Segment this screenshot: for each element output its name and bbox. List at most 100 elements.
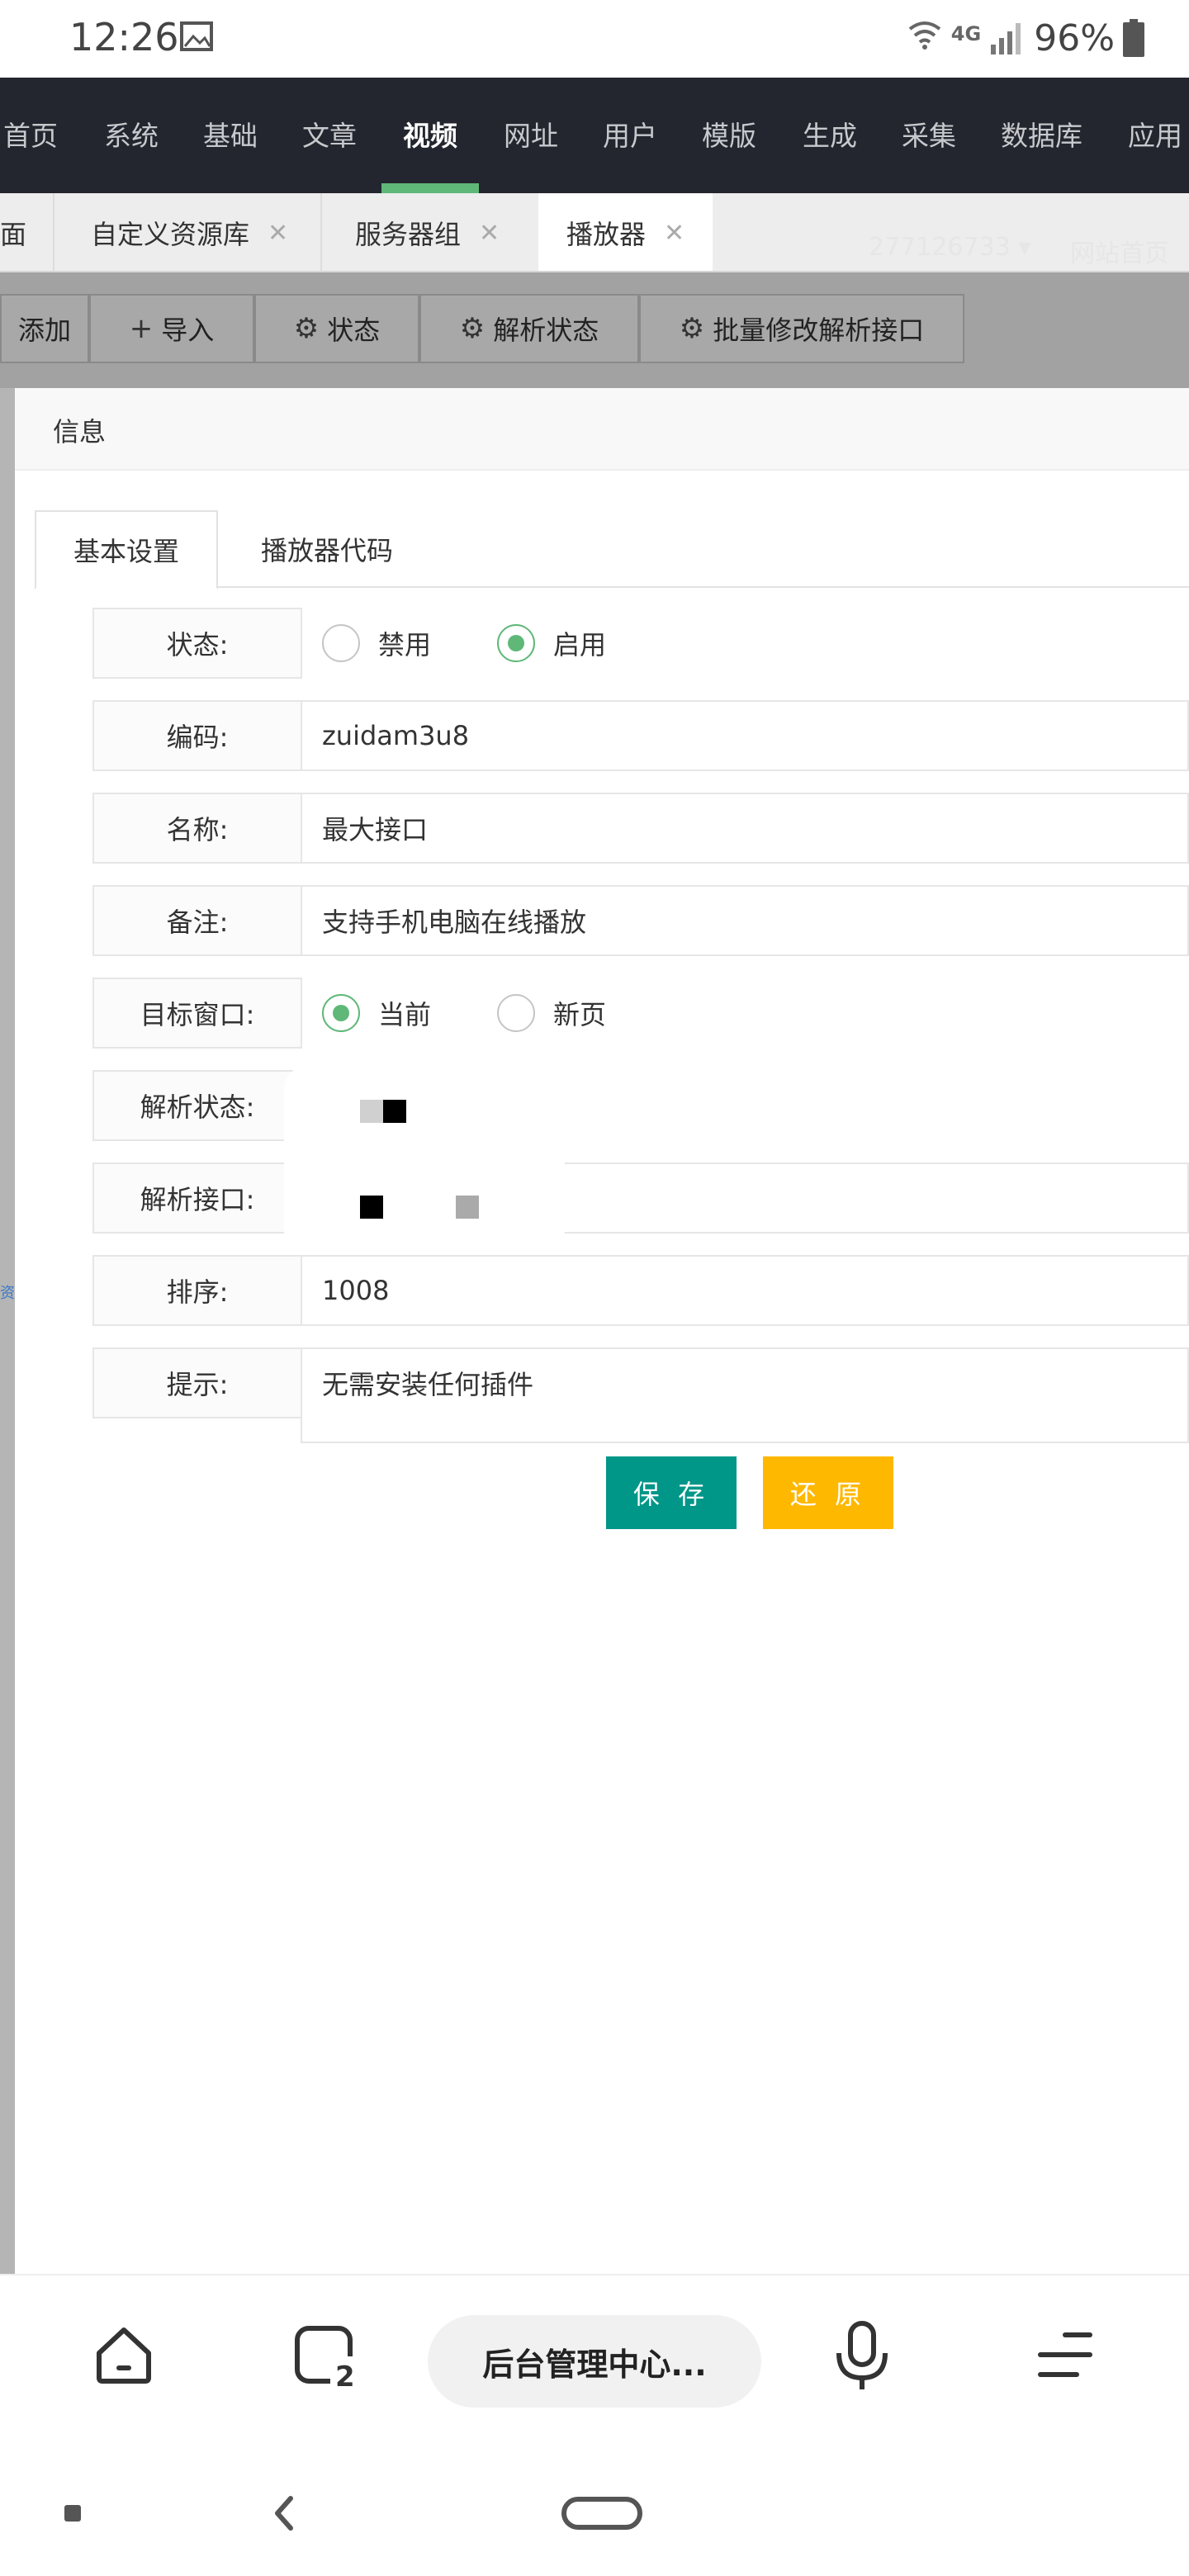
- user-menu[interactable]: 277126733 ▾: [869, 233, 1030, 262]
- gallery-icon: [180, 21, 213, 51]
- field-label: 排序:: [92, 1255, 302, 1326]
- nav-item-apps[interactable]: 应用: [1128, 114, 1182, 154]
- radio-label: 启用: [553, 629, 607, 661]
- tab-label: 面: [0, 219, 27, 250]
- sort-input[interactable]: 1008: [301, 1255, 1189, 1326]
- field-label: 备注:: [92, 885, 302, 956]
- artifact-pixel: [383, 1100, 406, 1123]
- batch-edit-label: 批量修改解析接口: [713, 315, 925, 346]
- gear-icon: ⚙: [459, 312, 486, 345]
- nav-item-article[interactable]: 文章: [302, 114, 357, 154]
- plus-icon: +: [129, 312, 154, 345]
- nav-item-user[interactable]: 用户: [603, 114, 657, 154]
- close-icon[interactable]: ✕: [268, 219, 288, 248]
- tab-custom-library[interactable]: 自定义资源库 ✕: [91, 193, 288, 271]
- parse-status-button[interactable]: ⚙ 解析状态: [419, 294, 639, 363]
- radio-circle: [497, 994, 536, 1032]
- artifact-pixel: [456, 1196, 479, 1219]
- url-title-pill[interactable]: 后台管理中心...: [428, 2315, 761, 2408]
- row-status: 状态: 禁用 启用: [92, 608, 1189, 679]
- status-time: 12:26: [69, 15, 179, 59]
- tab-basic-settings[interactable]: 基本设置: [35, 510, 218, 590]
- radio-current[interactable]: 当前: [322, 994, 431, 1032]
- import-label: 导入: [161, 315, 215, 346]
- home-icon[interactable]: [92, 2323, 155, 2386]
- row-tip: 提示: 无需安装任何插件: [92, 1347, 1189, 1443]
- batch-edit-button[interactable]: ⚙ 批量修改解析接口: [639, 294, 964, 363]
- radio-label: 禁用: [378, 629, 432, 661]
- status-radio-group: 禁用 启用: [322, 608, 672, 679]
- nav-active-indicator: [381, 183, 479, 193]
- row-remark: 备注: 支持手机电脑在线播放: [92, 885, 1189, 956]
- tab-divider: [320, 193, 322, 271]
- tab-player-code[interactable]: 播放器代码: [261, 510, 393, 588]
- radio-circle-checked: [322, 994, 360, 1032]
- wifi-icon: [908, 21, 941, 50]
- tip-textarea[interactable]: 无需安装任何插件: [301, 1347, 1189, 1443]
- nav-item-system[interactable]: 系统: [104, 114, 159, 154]
- close-icon[interactable]: ✕: [664, 219, 685, 248]
- nav-item-url[interactable]: 网址: [504, 114, 558, 154]
- parse-status-label: 解析状态: [493, 315, 599, 346]
- main-nav: 首页 系统 基础 文章 视频 网址 用户 模版 生成 采集 数据库 应用: [0, 78, 1189, 193]
- svg-text:2: 2: [335, 2361, 355, 2389]
- nav-item-video[interactable]: 视频: [403, 114, 457, 154]
- field-label: 编码:: [92, 700, 302, 771]
- nav-item-template[interactable]: 模版: [702, 114, 756, 154]
- network-type: 4G: [950, 22, 982, 45]
- nav-item-home[interactable]: 首页: [3, 114, 58, 154]
- menu-icon[interactable]: [1035, 2330, 1095, 2379]
- code-input[interactable]: zuidam3u8: [301, 700, 1189, 771]
- tab-dashboard[interactable]: 面: [0, 193, 27, 271]
- home-pill-icon[interactable]: [561, 2497, 642, 2530]
- rendering-artifact: [284, 1065, 565, 1255]
- tab-label: 服务器组: [355, 219, 462, 250]
- radio-enable[interactable]: 启用: [497, 624, 606, 662]
- back-icon[interactable]: [272, 2495, 296, 2531]
- tab-divider: [53, 193, 54, 271]
- tab-label: 自定义资源库: [91, 219, 250, 250]
- radio-disable[interactable]: 禁用: [322, 624, 431, 662]
- reset-button[interactable]: 还 原: [763, 1456, 893, 1529]
- radio-circle: [322, 624, 360, 662]
- row-code: 编码: zuidam3u8: [92, 700, 1189, 771]
- row-name: 名称: 最大接口: [92, 793, 1189, 864]
- artifact-pixel: [360, 1100, 383, 1123]
- tab-server-group[interactable]: 服务器组 ✕: [355, 193, 500, 271]
- recent-apps-icon[interactable]: [63, 2503, 83, 2523]
- tab-label: 播放器: [566, 219, 647, 250]
- browser-toolbar: 2 后台管理中心...: [0, 2274, 1189, 2422]
- gear-icon: ⚙: [293, 312, 320, 345]
- site-home-link[interactable]: 网站首页: [1070, 233, 1169, 269]
- field-label: 目标窗口:: [92, 978, 302, 1049]
- gear-icon: ⚙: [679, 312, 705, 345]
- close-icon[interactable]: ✕: [479, 219, 500, 248]
- nav-item-database[interactable]: 数据库: [1001, 114, 1082, 154]
- row-target-window: 目标窗口: 当前 新页: [92, 978, 1189, 1049]
- tabs-icon[interactable]: 2: [292, 2323, 358, 2389]
- modal-title: 信息: [53, 416, 107, 447]
- row-parse-api: 解析接口:: [92, 1163, 1189, 1234]
- status-button[interactable]: ⚙ 状态: [254, 294, 419, 363]
- import-button[interactable]: + 导入: [89, 294, 254, 363]
- battery-percent: 96%: [1034, 17, 1115, 59]
- name-input[interactable]: 最大接口: [301, 793, 1189, 864]
- system-nav-bar: [0, 2422, 1189, 2576]
- add-button[interactable]: 添加: [0, 294, 89, 363]
- tab-player[interactable]: 播放器 ✕: [538, 193, 713, 271]
- signal-icon: [991, 23, 1021, 54]
- field-label: 解析接口:: [92, 1163, 302, 1234]
- radio-label: 新页: [553, 999, 607, 1030]
- field-label: 状态:: [92, 608, 302, 679]
- page-left-strip: [0, 388, 15, 2274]
- artifact-pixel: [360, 1196, 383, 1219]
- target-radio-group: 当前 新页: [322, 978, 672, 1049]
- microphone-icon[interactable]: [834, 2320, 890, 2393]
- nav-item-collect[interactable]: 采集: [902, 114, 956, 154]
- remark-input[interactable]: 支持手机电脑在线播放: [301, 885, 1189, 956]
- radio-new-page[interactable]: 新页: [497, 994, 606, 1032]
- save-button[interactable]: 保 存: [606, 1456, 737, 1529]
- add-label: 添加: [17, 315, 71, 346]
- nav-item-basic[interactable]: 基础: [203, 114, 258, 154]
- nav-item-generate[interactable]: 生成: [803, 114, 857, 154]
